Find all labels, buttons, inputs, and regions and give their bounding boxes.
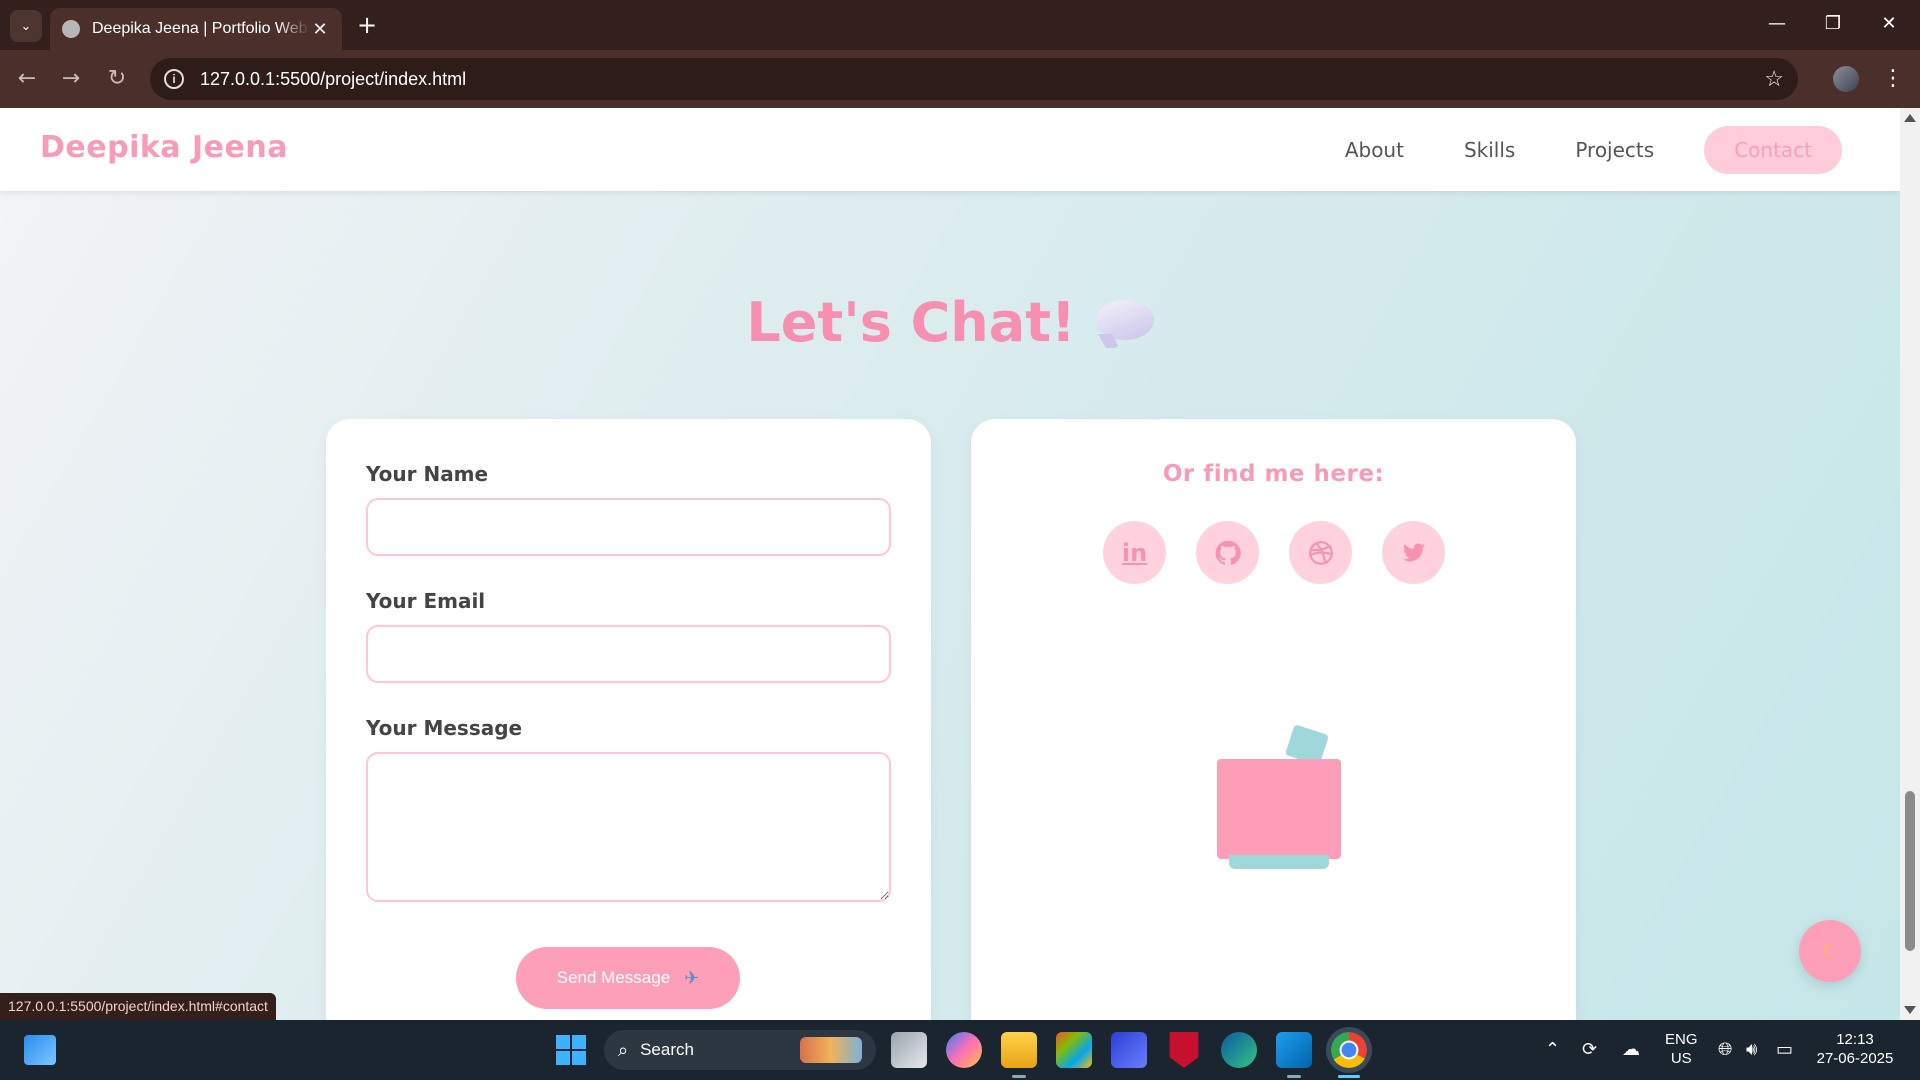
language-indicator[interactable]: ENG US: [1665, 1030, 1698, 1068]
tab-title: Deepika Jeena | Portfolio Website: [92, 20, 310, 37]
search-highlight-image: [800, 1037, 862, 1063]
search-icon: ⌕: [618, 1039, 629, 1060]
chrome-icon[interactable]: [1331, 1032, 1367, 1068]
taskbar: ⌕ Search ⌃ ⟳ ☁ ENG US 🌐︎ 🔊︎ ▭ 12:13 27-0…: [0, 1020, 1920, 1080]
browser-tab-bar: ⌄ Deepika Jeena | Portfolio Website ✕ + …: [0, 0, 1920, 50]
dribbble-glyph: [1308, 540, 1333, 565]
file-explorer-icon[interactable]: [1001, 1032, 1037, 1068]
speech-bubble-icon: [1095, 300, 1154, 341]
nav-link-skills[interactable]: Skills: [1434, 126, 1545, 174]
mailbox-illustration: [1211, 724, 1341, 874]
site-info-icon[interactable]: i: [164, 69, 184, 89]
send-message-label: Send Message: [556, 968, 671, 987]
mailbox-body: [1217, 759, 1341, 859]
bookmark-star-icon[interactable]: ☆: [1764, 66, 1784, 92]
minimize-icon[interactable]: —: [1754, 6, 1800, 42]
twitter-icon[interactable]: [1382, 521, 1445, 584]
task-view-icon[interactable]: [891, 1032, 927, 1068]
scroll-down-icon[interactable]: [1904, 1006, 1916, 1014]
name-label: Your Name: [366, 462, 489, 486]
widgets-icon[interactable]: [24, 1035, 56, 1065]
contact-heading: Let's Chat!: [0, 291, 1900, 354]
find-me-card: Or find me here: in: [971, 419, 1576, 1020]
contact-form-card: Your Name Your Email Your Message Send M…: [326, 419, 931, 1020]
edge-icon[interactable]: [1221, 1032, 1257, 1068]
microsoft-store-icon[interactable]: [1056, 1032, 1092, 1068]
taskbar-search-label: Search: [640, 1040, 694, 1059]
trello-style-app-icon[interactable]: [1111, 1032, 1147, 1068]
site-logo[interactable]: Deepika Jeena: [40, 130, 288, 165]
sync-icon[interactable]: ⟳: [1582, 1039, 1597, 1060]
vscode-icon[interactable]: [1276, 1032, 1312, 1068]
windows-start-icon[interactable]: [556, 1035, 586, 1065]
tray-overflow-chevron-icon[interactable]: ⌃: [1545, 1039, 1560, 1060]
scroll-up-icon[interactable]: [1904, 114, 1916, 122]
browser-menu-icon[interactable]: ⋮: [1880, 62, 1906, 96]
page-viewport: Deepika Jeena About Skills Projects Cont…: [0, 108, 1920, 1020]
close-window-icon[interactable]: ✕: [1866, 6, 1912, 42]
forward-icon[interactable]: →: [56, 64, 86, 94]
file-explorer-indicator: [1012, 1075, 1026, 1078]
clock[interactable]: 12:13 27-06-2025: [1814, 1030, 1896, 1068]
onedrive-icon[interactable]: ☁: [1622, 1039, 1640, 1060]
site-nav: About Skills Projects Contact: [1315, 126, 1842, 174]
close-tab-icon[interactable]: ✕: [310, 19, 330, 40]
status-bar-url: 127.0.0.1:5500/project/index.html#contac…: [0, 993, 276, 1020]
nav-link-about[interactable]: About: [1315, 126, 1434, 174]
dribbble-icon[interactable]: [1289, 521, 1352, 584]
theme-toggle-moon-icon[interactable]: ☾: [1799, 920, 1861, 982]
nav-link-projects[interactable]: Projects: [1545, 126, 1684, 174]
copilot-icon[interactable]: [946, 1032, 982, 1068]
message-label: Your Message: [366, 716, 523, 740]
clock-date: 27-06-2025: [1816, 1050, 1894, 1067]
tab-search-chevron-icon[interactable]: ⌄: [10, 10, 42, 42]
scroll-thumb[interactable]: [1905, 791, 1915, 951]
mcafee-icon[interactable]: [1169, 1032, 1199, 1068]
find-me-title: Or find me here:: [1162, 461, 1385, 487]
airplane-icon: ✈: [684, 967, 700, 988]
region-label: US: [1670, 1050, 1692, 1067]
clock-time: 12:13: [1836, 1031, 1874, 1048]
email-input[interactable]: [366, 625, 891, 683]
vscode-indicator: [1287, 1075, 1301, 1078]
chrome-active-indicator: [1338, 1075, 1360, 1078]
volume-icon[interactable]: 🔊︎: [1746, 1039, 1757, 1060]
github-icon[interactable]: [1196, 521, 1259, 584]
nav-link-contact[interactable]: Contact: [1704, 126, 1842, 174]
name-input[interactable]: [366, 498, 891, 556]
mailbox-base: [1229, 855, 1329, 869]
address-bar[interactable]: i 127.0.0.1:5500/project/index.html ☆: [150, 58, 1798, 100]
reload-icon[interactable]: ↻: [102, 64, 132, 94]
send-message-button[interactable]: Send Message ✈: [516, 947, 740, 1009]
twitter-glyph: [1402, 542, 1425, 561]
globe-icon: [62, 20, 80, 38]
browser-tab[interactable]: Deepika Jeena | Portfolio Website ✕: [50, 8, 342, 50]
github-glyph: [1215, 540, 1241, 565]
taskbar-search[interactable]: ⌕ Search: [604, 1030, 876, 1070]
restore-icon[interactable]: ❐: [1810, 6, 1856, 42]
site-header: Deepika Jeena About Skills Projects Cont…: [0, 108, 1900, 191]
profile-avatar[interactable]: [1833, 66, 1859, 92]
message-textarea[interactable]: [366, 752, 891, 902]
social-links: in: [1103, 521, 1445, 584]
new-tab-icon[interactable]: +: [352, 10, 382, 40]
network-globe-icon[interactable]: 🌐︎: [1718, 1039, 1732, 1060]
address-url[interactable]: 127.0.0.1:5500/project/index.html: [200, 69, 1764, 90]
page-scrollbar[interactable]: [1900, 108, 1920, 1020]
back-icon[interactable]: ←: [12, 64, 42, 94]
browser-toolbar: ← → ↻ i 127.0.0.1:5500/project/index.htm…: [0, 50, 1920, 108]
language-label: ENG: [1665, 1031, 1698, 1048]
email-label: Your Email: [366, 589, 486, 613]
linkedin-icon[interactable]: in: [1103, 521, 1166, 584]
battery-icon[interactable]: ▭: [1776, 1039, 1793, 1060]
contact-heading-text: Let's Chat!: [746, 291, 1076, 354]
